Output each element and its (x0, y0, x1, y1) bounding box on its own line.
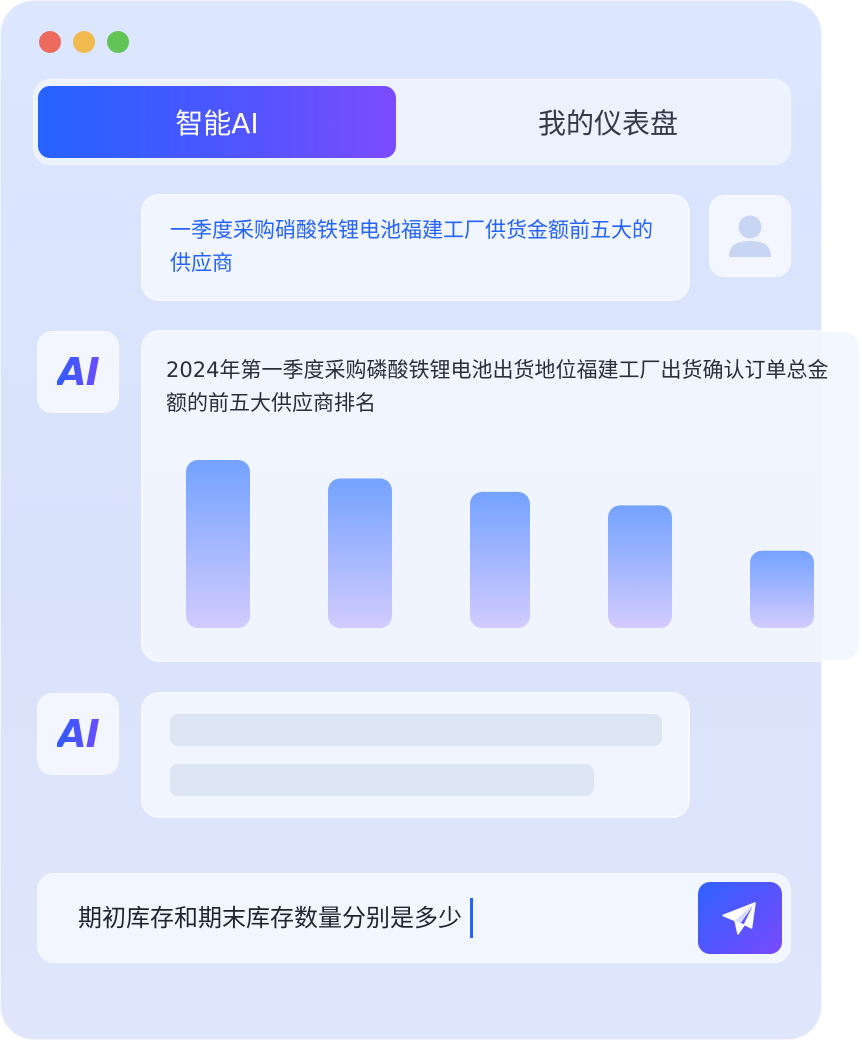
chart-bar (328, 478, 392, 628)
user-message-bubble: 一季度采购硝酸铁锂电池福建工厂供货金额前五大的供应商 (143, 196, 688, 299)
send-button[interactable] (698, 882, 782, 954)
bar-chart (186, 460, 814, 628)
user-avatar (710, 196, 790, 276)
ai-avatar-loading: AI (38, 694, 118, 774)
chart-bar (608, 505, 672, 628)
chart-bar (750, 550, 814, 628)
ai-chart-bubble: 2024年第一季度采购磷酸铁锂电池出货地位福建工厂出货确认订单总金额的前五大供应… (143, 332, 859, 660)
text-caret (470, 898, 473, 938)
chat-input[interactable]: 期初库存和期末库存数量分别是多少 (78, 898, 473, 938)
app-window: 智能AI 我的仪表盘 一季度采购硝酸铁锂电池福建工厂供货金额前五大的供应商 AI… (0, 0, 859, 1040)
tab-my-dashboard[interactable]: 我的仪表盘 (430, 86, 786, 158)
tab-bar: 智能AI 我的仪表盘 (34, 80, 790, 164)
maximize-window-button[interactable] (107, 31, 129, 53)
skeleton-line (170, 714, 662, 746)
minimize-window-button[interactable] (73, 31, 95, 53)
user-message-text: 一季度采购硝酸铁锂电池福建工厂供货金额前五大的供应商 (170, 218, 653, 275)
ai-logo-text: AI (57, 712, 100, 756)
ai-logo-text: AI (57, 350, 100, 394)
chat-input-value: 期初库存和期末库存数量分别是多少 (78, 904, 462, 932)
ai-loading-bubble (143, 694, 688, 816)
paper-plane-icon (722, 902, 756, 935)
skeleton-line (170, 764, 594, 796)
chart-bar (470, 491, 530, 628)
close-window-button[interactable] (39, 31, 61, 53)
chart-bar (186, 460, 250, 628)
tab-smart-ai[interactable]: 智能AI (38, 86, 396, 158)
chat-input-bar[interactable]: 期初库存和期末库存数量分别是多少 (38, 874, 790, 962)
ai-avatar: AI (38, 332, 118, 412)
user-icon (729, 215, 771, 257)
